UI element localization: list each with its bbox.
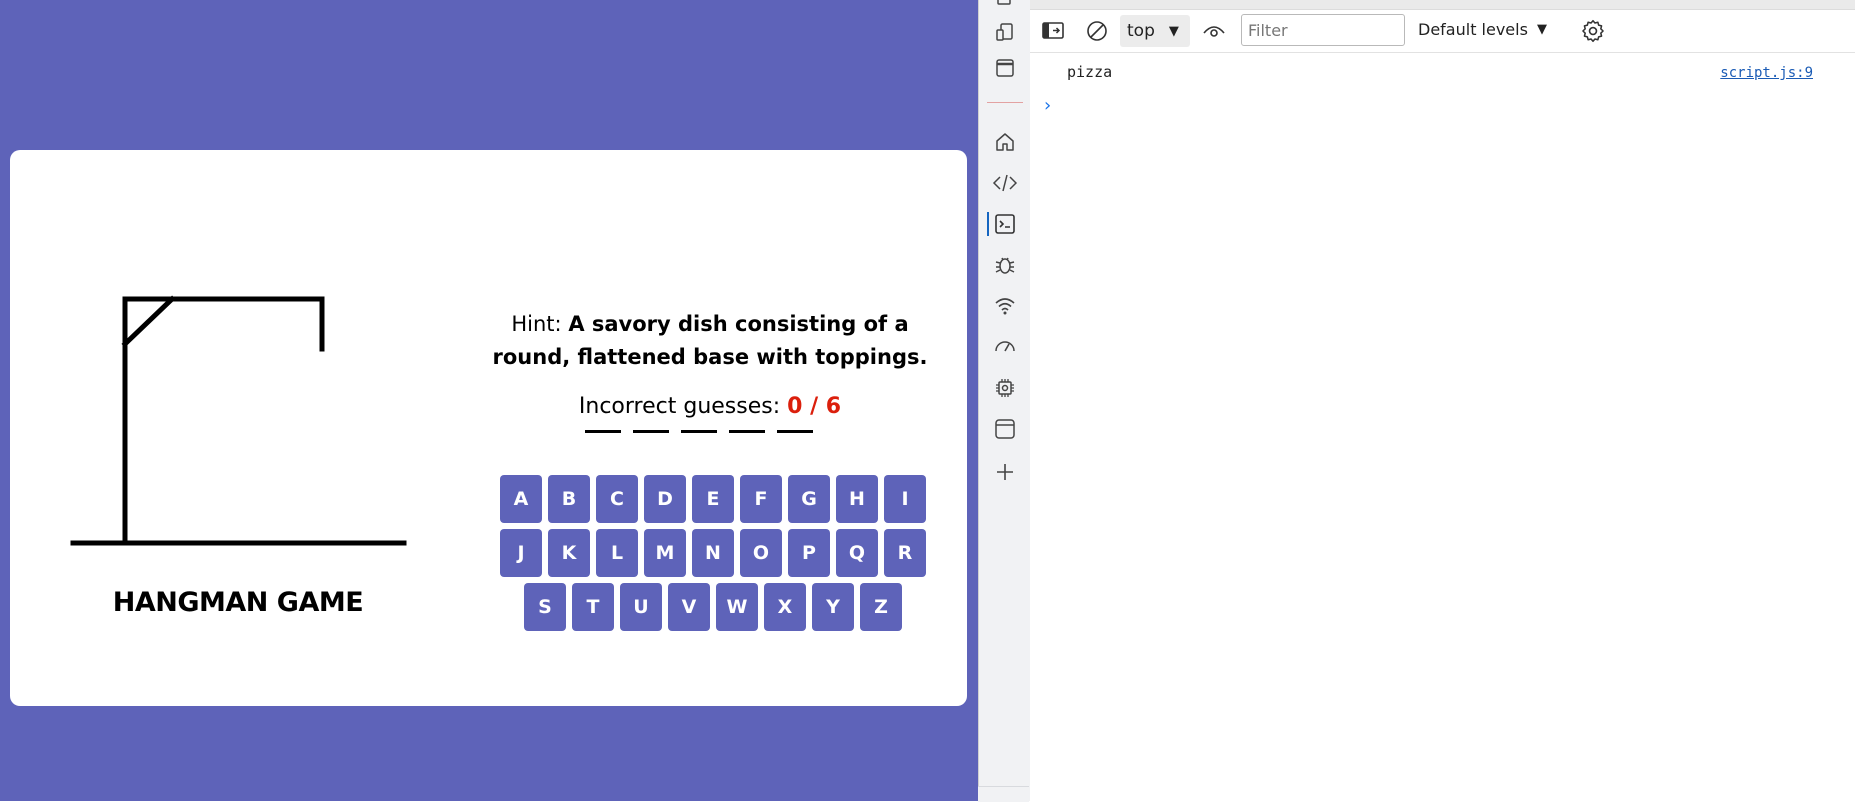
performance-icon[interactable] <box>992 334 1018 360</box>
key-c[interactable]: C <box>596 475 638 523</box>
memory-icon[interactable] <box>992 375 1018 401</box>
dock-icon[interactable] <box>992 55 1018 81</box>
console-log-source-link[interactable]: script.js:9 <box>1720 65 1813 81</box>
game-card: HANGMAN GAME Hint: A savory dish consist… <box>10 150 967 706</box>
key-s[interactable]: S <box>524 583 566 631</box>
console-output: pizza script.js:9 › <box>1030 53 1855 801</box>
key-v[interactable]: V <box>668 583 710 631</box>
key-e[interactable]: E <box>692 475 734 523</box>
guesses-count: 0 / 6 <box>787 394 842 419</box>
context-select[interactable]: top ▼ <box>1120 15 1190 47</box>
devtools-activity-bar <box>978 0 1031 801</box>
key-g[interactable]: G <box>788 475 830 523</box>
game-page: HANGMAN GAME Hint: A savory dish consist… <box>0 0 978 801</box>
key-o[interactable]: O <box>740 529 782 577</box>
key-m[interactable]: M <box>644 529 686 577</box>
key-j[interactable]: J <box>500 529 542 577</box>
console-log-message: pizza <box>1067 63 1113 81</box>
key-l[interactable]: L <box>596 529 638 577</box>
gallows-drawing <box>70 295 407 546</box>
live-expression-eye-icon[interactable] <box>1201 18 1227 44</box>
key-h[interactable]: H <box>836 475 878 523</box>
toggle-sidebar-icon[interactable] <box>1040 18 1066 44</box>
key-a[interactable]: A <box>500 475 542 523</box>
sidebar-divider <box>987 102 1023 103</box>
key-x[interactable]: X <box>764 583 806 631</box>
add-tool-icon[interactable] <box>992 459 1018 485</box>
devtools-header-strip <box>1030 0 1855 10</box>
application-icon[interactable] <box>992 416 1018 442</box>
bug-icon[interactable] <box>992 252 1018 278</box>
inspect-icon[interactable] <box>992 0 1018 14</box>
key-p[interactable]: P <box>788 529 830 577</box>
key-f[interactable]: F <box>740 475 782 523</box>
letter-keyboard: ABCDEFGHI JKLMNOPQR STUVWXYZ <box>488 475 938 631</box>
log-levels-select[interactable]: Default levels ▼ <box>1418 20 1547 39</box>
incorrect-guesses: Incorrect guesses: 0 / 6 <box>480 394 940 419</box>
key-r[interactable]: R <box>884 529 926 577</box>
key-q[interactable]: Q <box>836 529 878 577</box>
console-prompt-chevron-icon[interactable]: › <box>1044 95 1051 116</box>
clear-console-icon[interactable] <box>1084 18 1110 44</box>
key-y[interactable]: Y <box>812 583 854 631</box>
log-levels-value: Default levels <box>1418 20 1528 39</box>
console-toolbar: top ▼ Default levels ▼ <box>1030 10 1855 53</box>
key-t[interactable]: T <box>572 583 614 631</box>
key-i[interactable]: I <box>884 475 926 523</box>
key-k[interactable]: K <box>548 529 590 577</box>
chevron-down-icon: ▼ <box>1536 22 1547 37</box>
game-title: HANGMAN GAME <box>112 587 364 618</box>
gear-icon[interactable] <box>1580 18 1606 44</box>
context-value: top <box>1127 21 1155 41</box>
key-w[interactable]: W <box>716 583 758 631</box>
devtools-bottom-strip <box>978 786 1029 802</box>
guesses-label: Incorrect guesses: <box>578 394 781 419</box>
active-tool-indicator <box>987 212 989 236</box>
key-n[interactable]: N <box>692 529 734 577</box>
chevron-down-icon: ▼ <box>1168 23 1179 39</box>
filter-input[interactable] <box>1241 14 1405 46</box>
key-z[interactable]: Z <box>860 583 902 631</box>
hint-text: Hint: A savory dish consisting of a roun… <box>480 308 940 374</box>
network-icon[interactable] <box>992 293 1018 319</box>
key-u[interactable]: U <box>620 583 662 631</box>
key-b[interactable]: B <box>548 475 590 523</box>
key-d[interactable]: D <box>644 475 686 523</box>
home-icon[interactable] <box>992 129 1018 155</box>
device-toolbar-icon[interactable] <box>992 19 1018 45</box>
console-icon[interactable] <box>992 211 1018 237</box>
hint-label: Hint: <box>511 312 562 336</box>
elements-icon[interactable] <box>992 170 1018 196</box>
